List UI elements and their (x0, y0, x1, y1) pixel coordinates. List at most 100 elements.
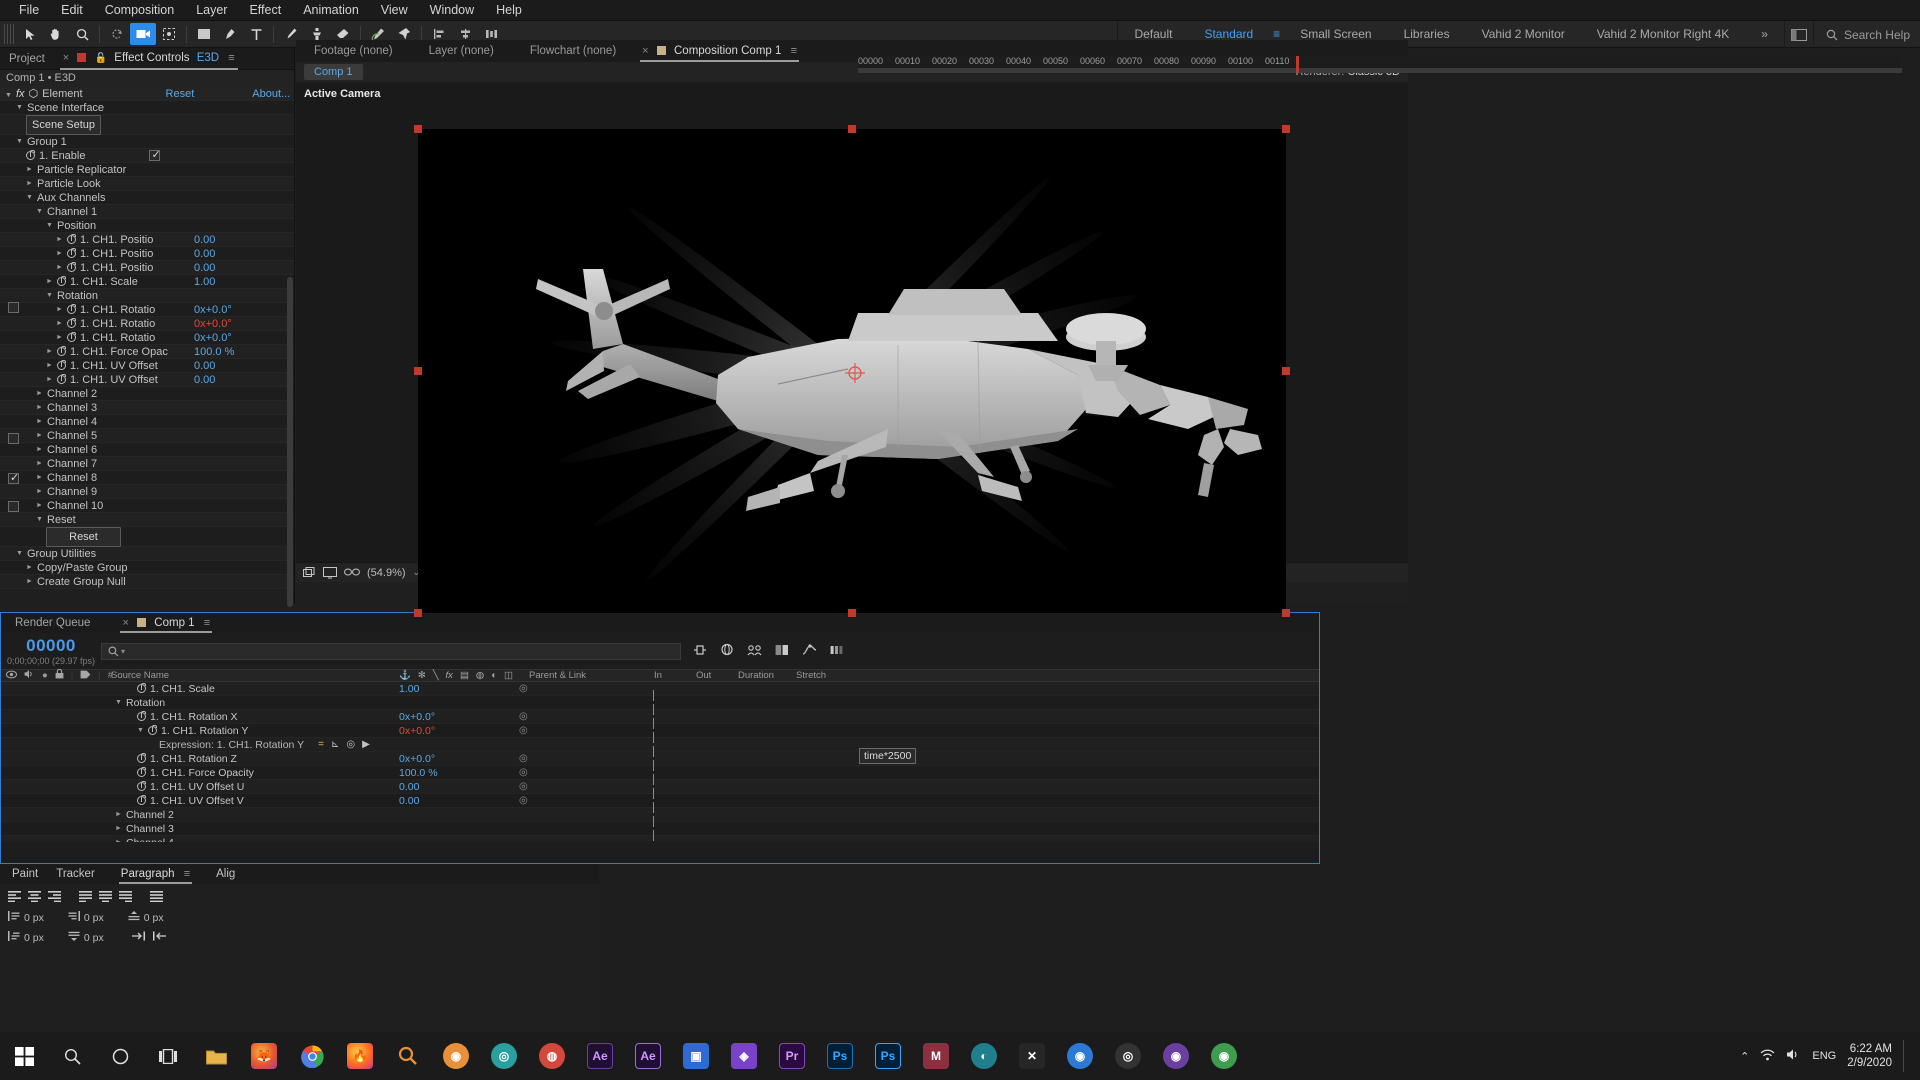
tab-composition[interactable]: × Composition Comp 1 ≡ (634, 40, 805, 62)
stretch-header[interactable]: Stretch (796, 670, 846, 681)
workspace-layout-icon[interactable] (1785, 21, 1813, 48)
disclosure-triangle-icon[interactable]: ► (36, 404, 43, 411)
taskbar-app-folder-icon[interactable] (192, 1032, 240, 1080)
video-toggle-icon[interactable] (6, 670, 17, 682)
taskbar-search-icon[interactable] (48, 1032, 96, 1080)
stopwatch-icon[interactable] (57, 345, 66, 356)
disclosure-triangle-icon[interactable]: ► (56, 250, 63, 257)
disclosure-triangle-icon[interactable]: ► (26, 564, 33, 571)
effect-control-row[interactable]: ► Particle Replicator (0, 163, 294, 177)
taskbar-search2-icon[interactable] (384, 1032, 432, 1080)
effect-control-row[interactable]: ► Channel 6 (0, 443, 294, 457)
taskbar-app-teal-icon[interactable]: ◎ (480, 1032, 528, 1080)
expression-enable-icon[interactable]: ◎ (519, 795, 528, 806)
taskbar-app-purple-icon[interactable]: ◈ (720, 1032, 768, 1080)
frame-blending-icon[interactable] (775, 644, 789, 659)
composition-stage[interactable] (414, 125, 1290, 617)
menu-item-edit[interactable]: Edit (50, 1, 94, 19)
effect-control-row[interactable]: ► 1. CH1. Force Opac 100.0 % (0, 345, 294, 359)
taskbar-clock[interactable]: 6:22 AM 2/9/2020 (1847, 1042, 1892, 1070)
expression-enable-icon[interactable]: ◎ (519, 711, 528, 722)
taskbar-app-blue2-icon[interactable]: ◉ (1056, 1032, 1104, 1080)
3d-glasses-icon[interactable] (344, 567, 360, 579)
timeline-row[interactable]: 1. CH1. Rotation X 0x+0.0° ◎ (1, 710, 1319, 729)
effect-control-row[interactable]: ► Channel 9 (0, 485, 294, 499)
taskbar-app-maroon-icon[interactable]: M (912, 1032, 960, 1080)
cortana-icon[interactable] (96, 1032, 144, 1080)
timeline-row[interactable]: 1. CH1. UV Offset V 0.00 ◎ (1, 794, 1319, 813)
hand-tool-icon[interactable] (43, 23, 69, 45)
always-preview-icon[interactable] (303, 566, 316, 579)
justify-last-left-icon[interactable] (77, 889, 94, 904)
in-header[interactable]: In (654, 670, 696, 681)
effect-control-row[interactable]: ► Channel 5 (0, 429, 294, 443)
effect-control-row[interactable]: ► 1. CH1. Positio 0.00 (0, 247, 294, 261)
expression-pickwhip-icon[interactable]: ◎ (346, 739, 355, 750)
timeline-row[interactable]: ► Channel 2 (1, 808, 1319, 827)
show-desktop-button[interactable] (1903, 1040, 1908, 1072)
indent-first-line-value[interactable]: 0 px (24, 932, 44, 944)
cache-checkbox[interactable] (8, 302, 19, 313)
stopwatch-icon[interactable] (137, 766, 146, 777)
tab-flowchart[interactable]: Flowchart (none) (512, 40, 634, 62)
zoom-level[interactable]: (54.9%) (367, 567, 406, 579)
disclosure-triangle-icon[interactable]: ► (46, 348, 53, 355)
lock-toggle-icon[interactable] (55, 668, 64, 682)
selection-handle-br[interactable] (1282, 609, 1290, 617)
rotation-tool-icon[interactable] (104, 23, 130, 45)
effect-control-row[interactable]: ► 1. CH1. Rotatio 0x+0.0° (0, 317, 294, 331)
effect-reset-button[interactable]: Reset (166, 88, 195, 100)
effect-control-row[interactable]: 1. Enable (0, 148, 294, 163)
disclosure-triangle-icon[interactable]: ► (56, 320, 63, 327)
timeline-row[interactable]: 1. CH1. Rotation Z 0x+0.0° ◎ (1, 752, 1319, 771)
pan-behind-tool-icon[interactable] (156, 23, 182, 45)
stopwatch-icon[interactable] (67, 317, 76, 328)
taskbar-firefox2-icon[interactable]: 🔥 (336, 1032, 384, 1080)
selection-handle-tl[interactable] (414, 125, 422, 133)
expression-enable-icon[interactable]: ◎ (519, 781, 528, 792)
menu-item-layer[interactable]: Layer (185, 1, 238, 19)
taskbar-app-x-icon[interactable]: ✕ (1008, 1032, 1056, 1080)
audio-toggle-icon[interactable] (24, 669, 35, 682)
taskbar-premiere-icon[interactable]: Pr (768, 1032, 816, 1080)
effect-control-row[interactable]: ► 1. CH1. Rotatio 0x+0.0° (0, 303, 294, 317)
disclosure-triangle-icon[interactable]: ► (26, 180, 33, 187)
timeline-property-value[interactable]: 0x+0.0° (399, 725, 435, 737)
effect-control-row[interactable]: ► 1. CH1. Positio 0.00 (0, 261, 294, 275)
effect-control-row[interactable]: ► Particle Look (0, 177, 294, 191)
tray-language[interactable]: ENG (1812, 1050, 1836, 1062)
stopwatch-icon[interactable] (67, 303, 76, 314)
property-value[interactable]: 0.00 (194, 234, 282, 246)
timeline-row[interactable]: 1. CH1. Force Opacity 100.0 % ◎ (1, 766, 1319, 785)
menu-item-animation[interactable]: Animation (292, 1, 370, 19)
hide-shy-layers-icon[interactable] (747, 644, 762, 659)
align-left-icon[interactable] (6, 889, 23, 904)
tab-layer[interactable]: Layer (none) (411, 40, 512, 62)
lock-icon[interactable]: 🔓 (95, 53, 107, 64)
move-time-checkbox[interactable] (8, 501, 19, 512)
tab-paragraph[interactable]: Paragraph ≡ (113, 864, 198, 884)
stopwatch-icon[interactable] (137, 682, 146, 693)
disclosure-triangle-icon[interactable]: ▼ (115, 699, 122, 706)
effect-control-row[interactable]: ► 1. CH1. Scale 1.00 (0, 275, 294, 289)
disclosure-triangle-icon[interactable]: ► (36, 474, 43, 481)
type-tool-icon[interactable] (243, 23, 269, 45)
tab-project[interactable]: Project (0, 48, 54, 70)
taskbar-app-blue-icon[interactable]: ▣ (672, 1032, 720, 1080)
disclosure-triangle-icon[interactable]: ▼ (137, 727, 144, 734)
expression-enable-icon[interactable]: ◎ (519, 683, 528, 694)
rtl-direction-icon[interactable] (152, 931, 166, 944)
taskbar-app-orange-icon[interactable]: ◉ (432, 1032, 480, 1080)
parent-link-header[interactable]: Parent & Link (529, 670, 654, 681)
taskbar-photoshop-1-icon[interactable]: Ps (816, 1032, 864, 1080)
selection-handle-tr[interactable] (1282, 125, 1290, 133)
stopwatch-icon[interactable] (67, 233, 76, 244)
panel-menu-icon[interactable]: ≡ (184, 868, 190, 880)
pen-tool-icon[interactable] (217, 23, 243, 45)
stopwatch-icon[interactable] (67, 331, 76, 342)
duration-header[interactable]: Duration (738, 670, 796, 681)
tab-comp1[interactable]: × Comp 1 ≡ (114, 613, 218, 633)
expression-menu-icon[interactable]: ▶ (362, 739, 370, 750)
timeline-property-value[interactable]: 0.00 (399, 781, 419, 793)
disclosure-triangle-icon[interactable]: ► (56, 264, 63, 271)
